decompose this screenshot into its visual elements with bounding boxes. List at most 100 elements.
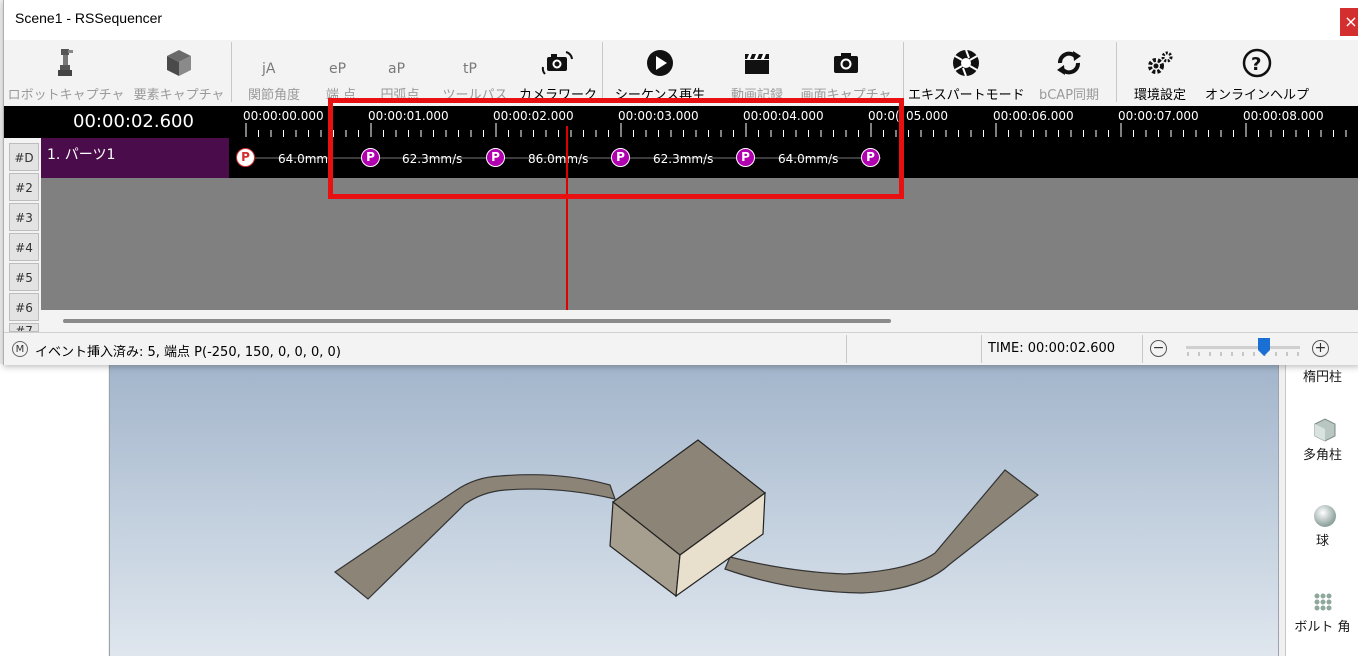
tick-label: 00:00:04.000 — [743, 109, 824, 123]
scrollbar-thumb[interactable] — [63, 319, 891, 323]
tick-label: 00:00:07.000 — [1118, 109, 1199, 123]
zoom-out-button[interactable]: − — [1150, 340, 1167, 357]
svg-text:aP: aP — [388, 61, 405, 77]
joint-angle-icon: jA — [261, 61, 276, 77]
button-label: 円弧点 — [380, 88, 420, 103]
button-label: シーケンス再生 — [614, 88, 706, 103]
bolt-icon — [1314, 593, 1331, 611]
zoom-in-button[interactable]: + — [1312, 340, 1329, 357]
row-number[interactable]: #D — [9, 143, 39, 171]
toolbar-separator — [231, 42, 232, 102]
point-marker[interactable]: P — [361, 148, 380, 167]
status-message: イベント挿入済み: 5, 端点 P(-250, 150, 0, 0, 0, 0) — [35, 345, 341, 360]
joint-angle-button[interactable]: jA 関節角度 — [238, 40, 310, 106]
sphere-icon — [1313, 505, 1336, 527]
tick-label: 00:00:00.000 — [243, 109, 324, 123]
toolbar-separator — [602, 42, 603, 102]
aperture-icon — [953, 49, 979, 77]
end-point-button[interactable]: eP 端 点 — [316, 40, 366, 106]
tick-label: 00:00:06.000 — [993, 109, 1074, 123]
arc-point-button[interactable]: aP 円弧点 — [368, 40, 432, 106]
track-row-1[interactable]: 1. パーツ1 P 64.0mm/ P 62.3mm/s P 86.0mm/s … — [41, 138, 1358, 178]
cube-icon — [167, 50, 191, 76]
left-background-panel — [0, 364, 108, 656]
bcap-sync-button[interactable]: bCAP同期 — [1028, 40, 1110, 106]
expert-mode-button[interactable]: エキスパートモード — [908, 40, 1025, 106]
environment-settings-button[interactable]: 環境設定 — [1122, 40, 1198, 106]
shape-palette-panel: 楕円柱 多角柱 球 ボルト 角 — [1285, 364, 1358, 656]
status-separator — [981, 335, 982, 363]
status-time: TIME: 00:00:02.600 — [988, 341, 1116, 356]
help-icon: ? — [1242, 48, 1272, 78]
rssequencer-window: Scene1 - RSSequencer × ロボットキャプチャ 要素キャプチャ… — [3, 0, 1358, 365]
playhead[interactable] — [566, 126, 568, 310]
speed-label: 64.0mm/s — [778, 152, 839, 166]
point-marker-first[interactable]: P — [236, 148, 255, 167]
tick-label: 00:00:08.000 — [1243, 109, 1324, 123]
path-strip-right — [724, 469, 1039, 594]
end-point-icon: eP — [329, 61, 346, 77]
svg-text:tP: tP — [463, 61, 477, 77]
toolbar: ロボットキャプチャ 要素キャプチャ jA 関節角度 eP 端 点 aP 円弧点 … — [4, 40, 1358, 106]
shape-item-polygon-prism[interactable]: 多角柱 — [1286, 416, 1358, 463]
zoom-slider[interactable] — [1186, 346, 1300, 356]
row-number[interactable]: #2 — [9, 173, 39, 201]
zoom-slider-ticks — [1187, 352, 1299, 356]
shape-label: 球 — [1315, 534, 1329, 549]
element-capture-button[interactable]: 要素キャプチャ — [129, 40, 229, 106]
button-label: bCAP同期 — [1038, 88, 1100, 103]
shape-label: 楕円柱 — [1302, 370, 1342, 385]
tool-path-icon: tP — [463, 61, 477, 77]
tick-label: 00:00:01.000 — [368, 109, 449, 123]
mode-icon: M — [12, 341, 28, 357]
button-label: 端 点 — [325, 88, 357, 103]
horizontal-scrollbar[interactable] — [41, 310, 1358, 332]
camera-work-button[interactable]: カメラワーク — [516, 40, 600, 106]
camera-icon — [834, 53, 858, 73]
status-bar: M イベント挿入済み: 5, 端点 P(-250, 150, 0, 0, 0, … — [4, 332, 1358, 365]
tool-path-button[interactable]: tP ツールパス — [438, 40, 512, 106]
button-label: 関節角度 — [247, 88, 300, 103]
point-marker[interactable]: P — [611, 148, 630, 167]
button-label: 画面キャプチャ — [800, 88, 892, 103]
sequence-play-button[interactable]: シーケンス再生 — [608, 40, 712, 106]
point-marker[interactable]: P — [861, 148, 880, 167]
3d-viewport[interactable] — [109, 364, 1279, 656]
row-number[interactable]: #7 — [9, 323, 39, 332]
timeline[interactable]: 00:00:02.600 00:00:00.000 00:00:01.000 0… — [4, 106, 1358, 332]
button-label: カメラワーク — [518, 88, 597, 103]
shape-item-bolt[interactable]: ボルト 角 — [1286, 588, 1358, 635]
speed-label: 64.0mm/ — [278, 152, 333, 166]
close-button[interactable]: × — [1340, 8, 1358, 36]
point-marker[interactable]: P — [736, 148, 755, 167]
title-bar[interactable]: Scene1 - RSSequencer × — [4, 0, 1358, 40]
row-number-column: #D #2 #3 #4 #5 #6 #7 — [4, 138, 41, 332]
shape-item-elliptic-cylinder[interactable]: 楕円柱 — [1286, 366, 1358, 385]
zoom-slider-thumb[interactable] — [1257, 338, 1270, 356]
robot-icon — [58, 49, 73, 76]
button-label: 動画記録 — [730, 88, 783, 103]
row-number[interactable]: #5 — [9, 263, 39, 291]
online-help-button[interactable]: ? オンラインヘルプ — [1202, 40, 1312, 106]
window-title: Scene1 - RSSequencer — [15, 10, 163, 26]
speed-label: 62.3mm/s — [402, 152, 463, 166]
button-label: ロボットキャプチャ — [7, 88, 125, 103]
row-number[interactable]: #6 — [9, 293, 39, 321]
time-ruler[interactable]: 00:00:02.600 00:00:00.000 00:00:01.000 0… — [4, 106, 1358, 138]
shape-label: ボルト 角 — [1294, 620, 1351, 635]
camera-work-icon — [541, 51, 573, 75]
row-number[interactable]: #3 — [9, 203, 39, 231]
screen-capture-button[interactable]: 画面キャプチャ — [800, 40, 892, 106]
toolbar-separator — [903, 42, 904, 102]
video-record-button[interactable]: 動画記録 — [716, 40, 798, 106]
shape-item-sphere[interactable]: 球 — [1286, 502, 1358, 549]
3d-scene — [333, 439, 1039, 600]
row-number[interactable]: #4 — [9, 233, 39, 261]
button-label: 環境設定 — [1133, 88, 1186, 103]
svg-text:jA: jA — [261, 61, 276, 77]
point-marker[interactable]: P — [486, 148, 505, 167]
tick-label: 00:00:02.000 — [493, 109, 574, 123]
robot-capture-button[interactable]: ロボットキャプチャ — [7, 40, 125, 106]
clapperboard-icon — [745, 54, 769, 74]
gears-icon — [1148, 51, 1173, 74]
